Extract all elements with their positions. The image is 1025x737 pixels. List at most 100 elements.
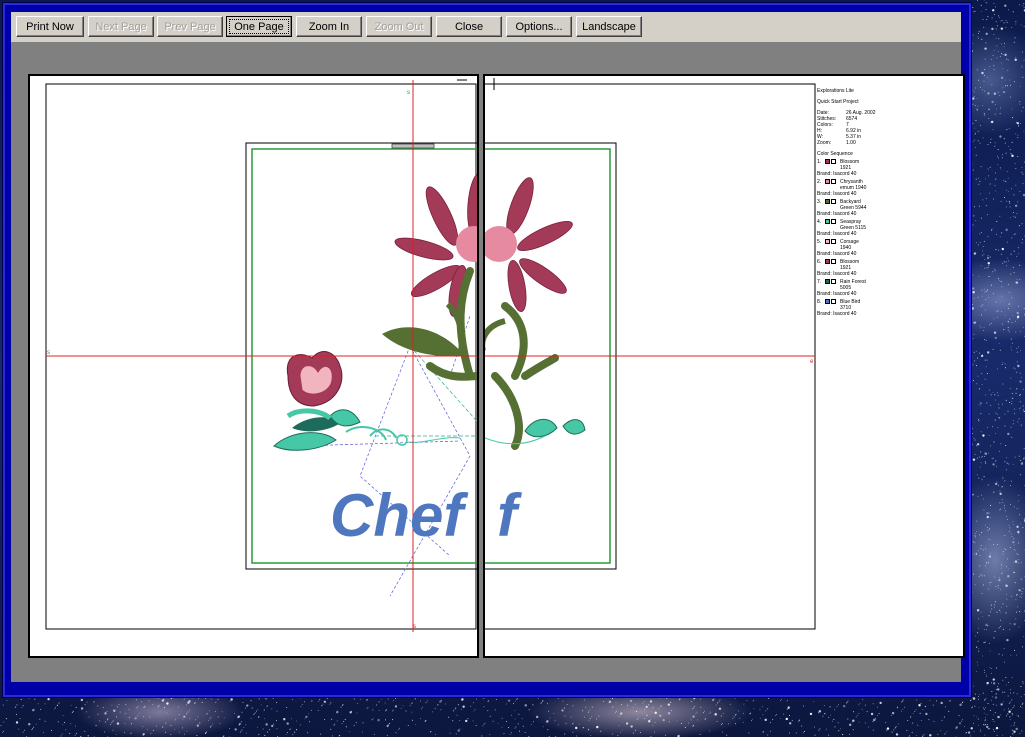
next-page-button[interactable]: Next Page [88, 16, 154, 37]
star [972, 122, 974, 124]
star [1004, 85, 1006, 87]
star [1014, 162, 1016, 164]
print-now-button[interactable]: Print Now [16, 16, 84, 37]
one-page-button[interactable]: One Page [226, 16, 292, 37]
star [380, 698, 382, 700]
star [378, 710, 380, 712]
preview-page-left[interactable]: s s s Chef [28, 74, 479, 658]
star [979, 404, 981, 406]
star [989, 728, 991, 730]
star [597, 725, 599, 727]
star [1019, 595, 1021, 597]
star [688, 722, 690, 724]
star [989, 667, 991, 669]
zoom-in-button[interactable]: Zoom In [296, 16, 362, 37]
star [74, 734, 76, 736]
star [994, 142, 996, 144]
star [998, 578, 1001, 582]
preview-page-right[interactable]: e f Explorations Lite Quick Start Projec… [483, 74, 965, 658]
star [989, 166, 991, 168]
star [984, 461, 986, 463]
star [977, 140, 979, 142]
landscape-button[interactable]: Landscape [576, 16, 642, 37]
star [866, 711, 868, 713]
star [1016, 714, 1018, 716]
star [972, 103, 974, 105]
star [987, 297, 989, 299]
star [1004, 425, 1006, 427]
star [985, 9, 987, 11]
star [765, 710, 767, 712]
star [702, 712, 704, 714]
star [1019, 85, 1021, 87]
star [1001, 498, 1003, 500]
star [617, 735, 619, 737]
star [973, 714, 975, 716]
thread-brand: Brand: Isacord 40 [817, 251, 857, 257]
star [748, 732, 750, 734]
star [393, 700, 395, 702]
star [985, 697, 987, 699]
star [978, 403, 980, 405]
star [970, 700, 972, 702]
star [1000, 168, 1002, 170]
star [1020, 523, 1022, 525]
star [199, 722, 201, 724]
options-button[interactable]: Options... [506, 16, 572, 37]
star [112, 729, 114, 731]
star [718, 700, 720, 702]
star [1011, 677, 1013, 679]
star [864, 722, 866, 724]
star [182, 727, 184, 729]
star [333, 724, 335, 726]
star [987, 236, 989, 238]
star [993, 441, 995, 443]
star [1002, 383, 1004, 385]
zoom-out-button[interactable]: Zoom Out [366, 16, 432, 37]
star [847, 700, 849, 702]
star [991, 691, 993, 693]
star [665, 734, 667, 736]
star [995, 460, 997, 462]
star [251, 707, 253, 709]
star [387, 724, 389, 726]
star [1018, 514, 1020, 516]
star [1012, 212, 1014, 214]
star [1005, 444, 1007, 446]
star [1010, 709, 1012, 711]
star [411, 703, 413, 705]
prev-page-button[interactable]: Prev Page [157, 16, 223, 37]
star [783, 713, 785, 715]
thread-swatch [825, 239, 830, 244]
star [146, 729, 148, 731]
star [497, 723, 499, 725]
star [615, 710, 617, 712]
star [156, 725, 158, 727]
star [1012, 155, 1014, 157]
close-button[interactable]: Close [436, 16, 502, 37]
star [1011, 108, 1013, 110]
star [386, 734, 388, 736]
star [44, 720, 46, 722]
star [284, 718, 286, 720]
star [1011, 729, 1013, 731]
star [979, 456, 981, 458]
star [974, 147, 976, 149]
star [721, 722, 723, 724]
star [858, 704, 860, 706]
star [999, 55, 1001, 57]
star [453, 710, 455, 712]
star [615, 702, 617, 704]
star [1005, 676, 1007, 678]
star [743, 712, 745, 714]
star [997, 584, 999, 586]
star [987, 728, 989, 730]
star [940, 730, 942, 732]
star [1021, 110, 1023, 112]
star [848, 723, 852, 726]
star [988, 642, 990, 644]
star [977, 718, 979, 720]
star [1004, 535, 1006, 537]
star [1002, 691, 1004, 693]
star [998, 653, 1000, 655]
